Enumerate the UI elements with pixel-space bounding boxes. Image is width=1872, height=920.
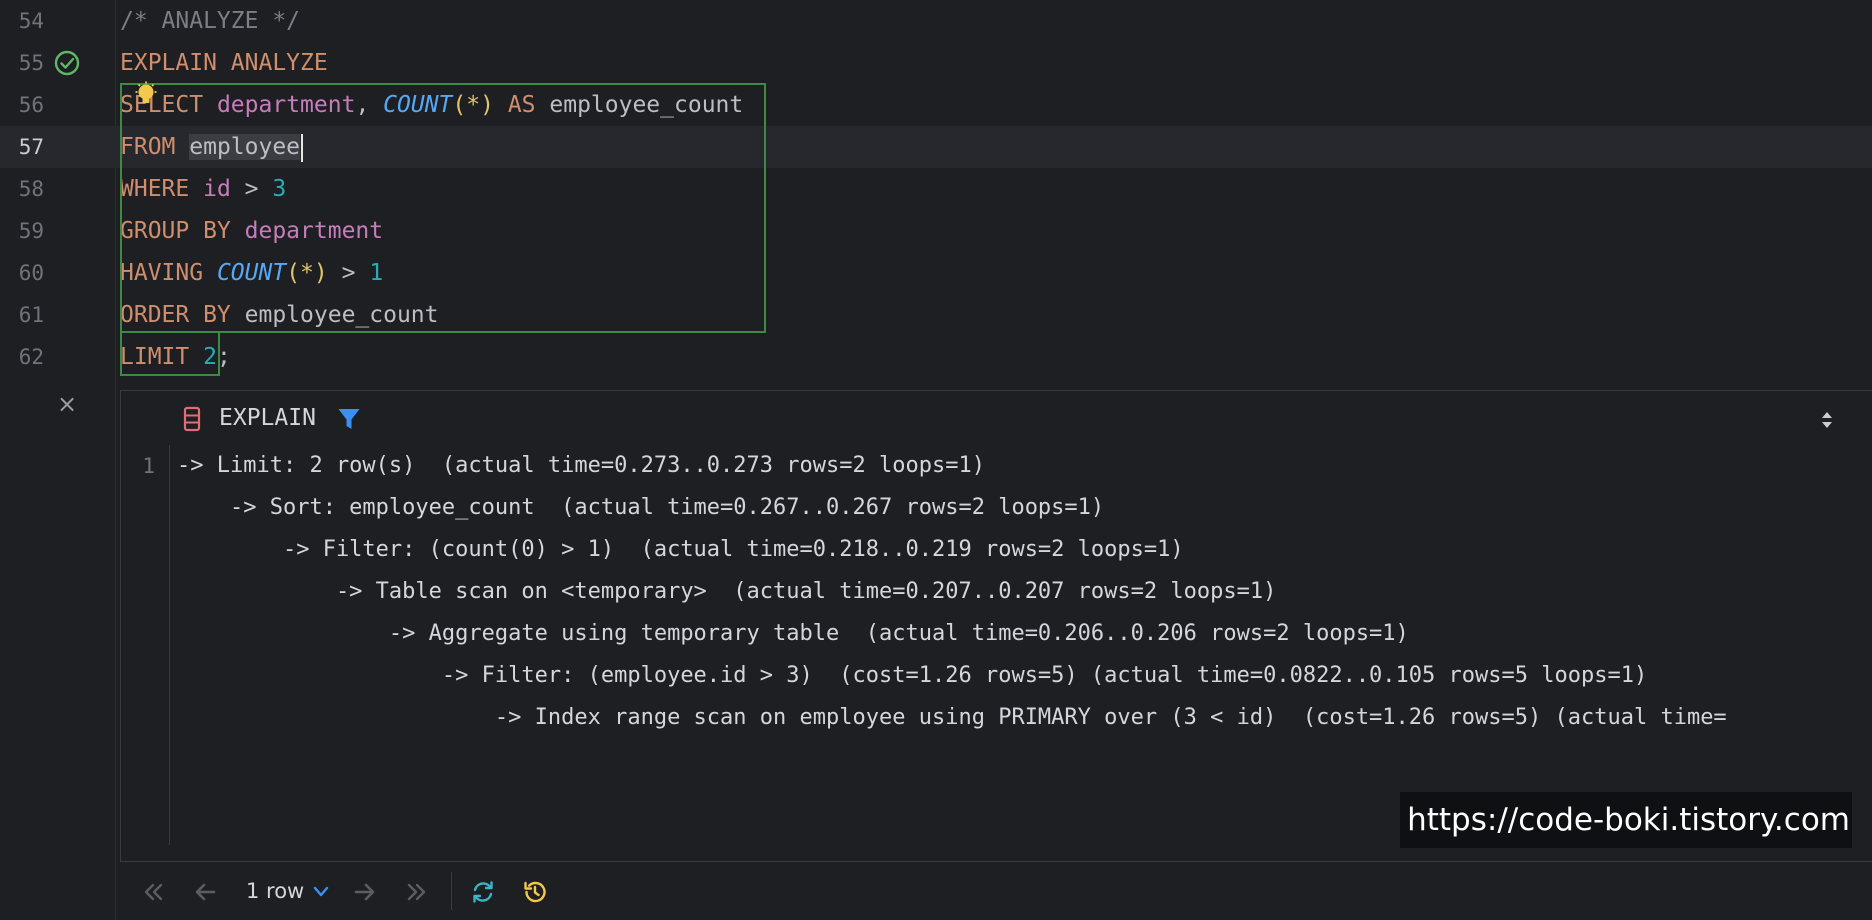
code-text: WHERE id > 3 (120, 168, 286, 210)
first-page-icon[interactable] (140, 879, 166, 905)
line-number: 57 (18, 135, 44, 159)
code-line-55[interactable]: 55 EXPLAIN ANALYZE (0, 42, 1872, 84)
keyword: EXPLAIN ANALYZE (120, 50, 328, 76)
function: COUNT (216, 260, 287, 286)
text-caret (301, 133, 304, 162)
toolbar-separator (451, 872, 452, 910)
last-page-icon[interactable] (404, 879, 430, 905)
code-line-61[interactable]: 61 ORDER BY employee_count (0, 294, 1872, 336)
punct: ; (216, 344, 231, 370)
code-line-54[interactable]: 54 /* ANALYZE */ (0, 0, 1872, 42)
result-line: -> Sort: employee_count (actual time=0.2… (177, 495, 1105, 520)
line-number: 58 (18, 177, 44, 201)
number: 3 (272, 176, 287, 202)
keyword: HAVING (120, 260, 204, 286)
table-name: employee (189, 134, 301, 160)
paren: (*) (452, 92, 494, 118)
table-icon (183, 406, 201, 432)
chevron-down-icon[interactable] (312, 884, 330, 900)
line-number: 60 (18, 261, 44, 285)
operator: > (341, 260, 356, 286)
alias: employee_count (244, 302, 439, 328)
number: 2 (203, 344, 217, 370)
panel-header: EXPLAIN (121, 391, 1872, 445)
keyword: WHERE (120, 176, 190, 202)
paren: (*) (286, 260, 328, 286)
line-number: 55 (18, 51, 44, 75)
check-circle-icon[interactable] (53, 49, 81, 77)
alias: employee_count (549, 92, 744, 118)
keyword: LIMIT (120, 344, 190, 370)
operator: > (244, 176, 259, 202)
code-line-58[interactable]: 58 WHERE id > 3 (0, 168, 1872, 210)
close-icon[interactable]: × (56, 392, 78, 416)
result-line: -> Table scan on <temporary> (actual tim… (177, 579, 1277, 604)
sort-icon[interactable] (1817, 409, 1837, 431)
code-text: HAVING COUNT(*) > 1 (120, 252, 383, 294)
result-row-number: 1 (142, 454, 155, 478)
prev-page-icon[interactable] (192, 879, 218, 905)
line-number: 62 (18, 345, 44, 369)
code-text: EXPLAIN ANALYZE (120, 42, 328, 84)
sql-editor[interactable]: 54 /* ANALYZE */ 55 EXPLAIN ANALYZE 56 S… (0, 0, 1872, 385)
column: department (216, 92, 356, 118)
code-line-59[interactable]: 59 GROUP BY department (0, 210, 1872, 252)
results-gutter: 1 (121, 445, 170, 845)
code-text: FROM employee (120, 126, 304, 168)
panel-title[interactable]: EXPLAIN (219, 391, 316, 445)
line-number: 59 (18, 219, 44, 243)
code-text: SELECT department, COUNT(*) AS employee_… (120, 84, 743, 126)
keyword: FROM (120, 134, 176, 160)
keyword: GROUP BY (120, 218, 231, 244)
results-viewer[interactable]: 1 -> Limit: 2 row(s) (actual time=0.273.… (121, 445, 1865, 845)
column: department (244, 218, 384, 244)
history-icon[interactable] (522, 879, 548, 905)
refresh-icon[interactable] (470, 879, 496, 905)
code-line-60[interactable]: 60 HAVING COUNT(*) > 1 (0, 252, 1872, 294)
line-number: 56 (18, 93, 44, 117)
code-text: ORDER BY employee_count (120, 294, 439, 336)
code-line-62[interactable]: 62 LIMIT 2; (0, 336, 1872, 378)
line-number: 61 (18, 303, 44, 327)
keyword: AS (507, 92, 536, 118)
result-line: -> Limit: 2 row(s) (actual time=0.273..0… (177, 453, 985, 478)
code-line-56[interactable]: 56 SELECT department, COUNT(*) AS employ… (0, 84, 1872, 126)
code-line-57[interactable]: 57 FROM employee (0, 126, 1872, 168)
code-text: LIMIT 2; (120, 336, 231, 378)
function: COUNT (383, 92, 453, 118)
result-line: -> Filter: (employee.id > 3) (cost=1.26 … (177, 663, 1648, 688)
next-page-icon[interactable] (352, 879, 378, 905)
number: 1 (369, 260, 384, 286)
line-number: 54 (18, 9, 44, 33)
filter-icon[interactable] (337, 407, 361, 431)
code-text: /* ANALYZE */ (120, 0, 300, 42)
code-text: GROUP BY department (120, 210, 383, 252)
row-count-label[interactable]: 1 row (246, 862, 304, 920)
punct: , (355, 92, 370, 118)
column: id (203, 176, 231, 202)
result-line: -> Aggregate using temporary table (actu… (177, 621, 1409, 646)
result-line: -> Index range scan on employee using PR… (177, 705, 1727, 730)
comment: /* ANALYZE */ (120, 8, 301, 34)
result-line: -> Filter: (count(0) > 1) (actual time=0… (177, 537, 1184, 562)
keyword: ORDER BY (120, 302, 231, 328)
lightbulb-icon[interactable] (133, 81, 159, 107)
results-toolbar: 1 row (120, 862, 1872, 920)
watermark-text: https://code-boki.tistory.com (1400, 792, 1852, 848)
